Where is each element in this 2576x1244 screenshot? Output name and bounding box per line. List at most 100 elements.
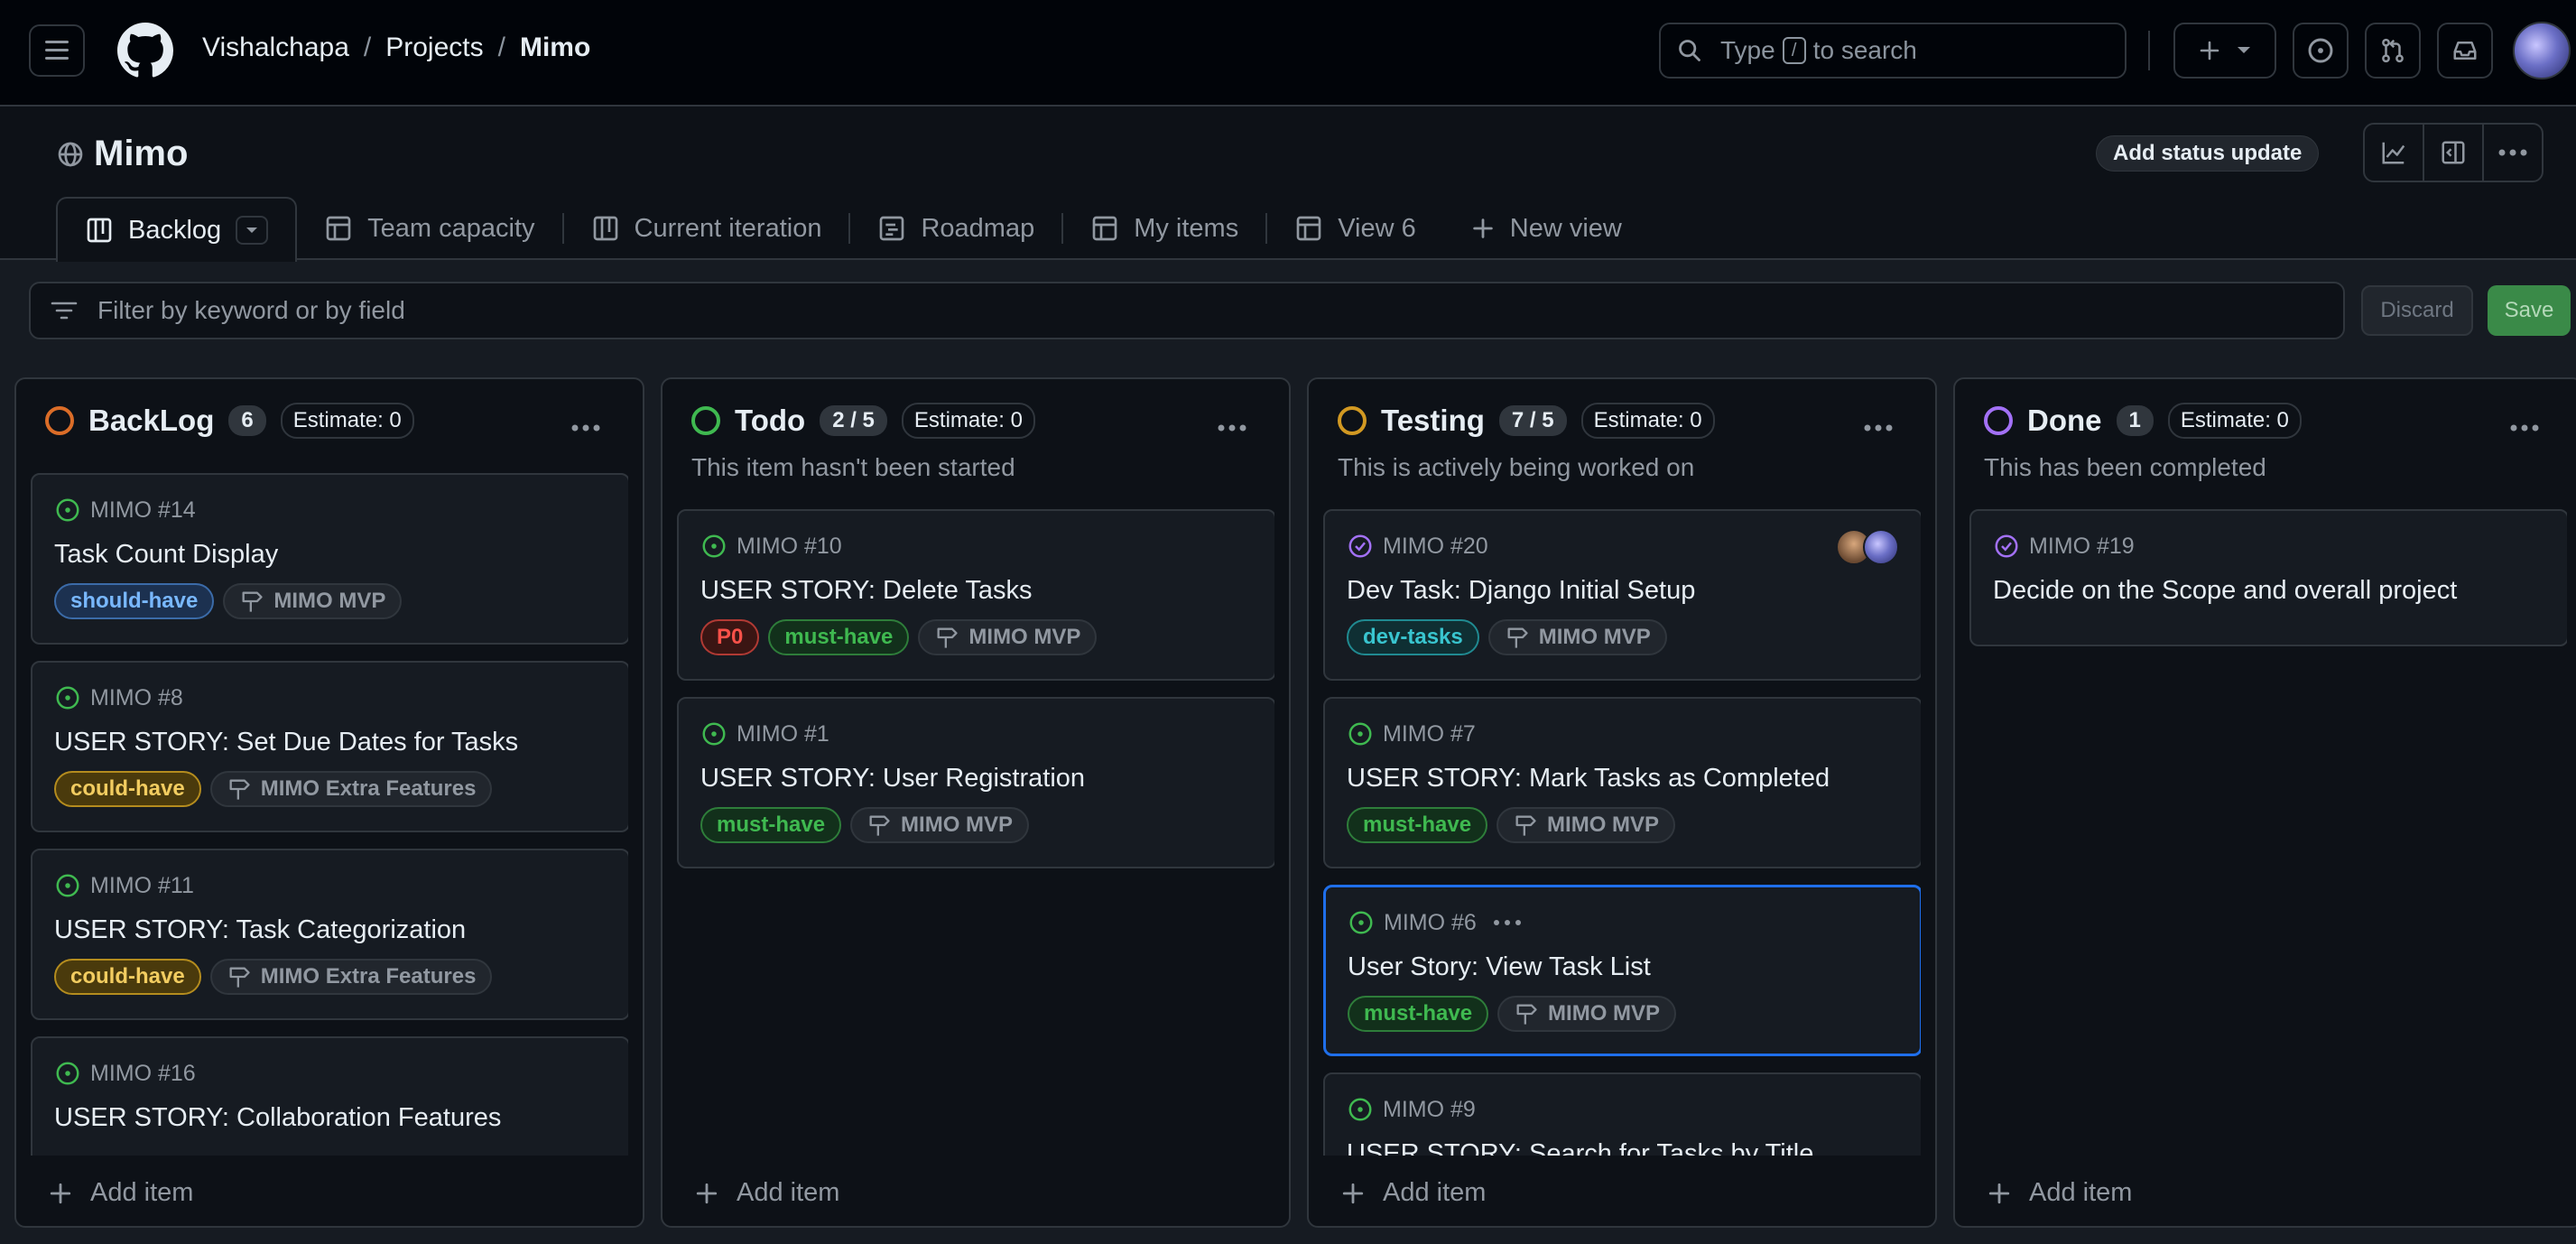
label-must-have[interactable]: must-have [1348, 996, 1489, 1032]
label-must-have[interactable]: must-have [768, 619, 910, 655]
issue-card[interactable]: MIMO #10 USER STORY: Delete Tasks P0 mus… [677, 509, 1274, 681]
issue-title[interactable]: Decide on the Scope and overall project [1993, 576, 2457, 606]
estimate-badge: Estimate: 0 [901, 403, 1035, 439]
milestone-badge[interactable]: MIMO MVP [1487, 619, 1667, 655]
column-title: Testing [1381, 404, 1485, 437]
label-p0[interactable]: P0 [700, 619, 760, 655]
issue-opened-icon [56, 498, 79, 522]
status-circle-icon [1338, 406, 1367, 435]
kebab-horizontal-icon [2498, 149, 2527, 156]
issue-card[interactable]: MIMO #20 Dev Task: Django Initial Setup … [1323, 509, 1921, 681]
issue-title[interactable]: USER STORY: Search for Tasks by Title [1347, 1139, 1813, 1156]
label-could-have[interactable]: could-have [54, 771, 201, 807]
insights-button[interactable] [2365, 125, 2424, 181]
table-icon [1092, 216, 1117, 241]
issue-card[interactable]: MIMO #9 USER STORY: Search for Tasks by … [1323, 1072, 1921, 1156]
new-view-button[interactable]: New view [1443, 197, 1649, 260]
label-must-have[interactable]: must-have [700, 807, 842, 843]
sidebar-toggle-button[interactable] [2424, 125, 2484, 181]
issue-title[interactable]: Dev Task: Django Initial Setup [1347, 576, 1695, 606]
column-menu-button[interactable] [570, 410, 601, 439]
issue-card[interactable]: MIMO #8 USER STORY: Set Due Dates for Ta… [31, 661, 628, 832]
milestone-badge[interactable]: MIMO MVP [1497, 996, 1677, 1032]
label-could-have[interactable]: could-have [54, 959, 201, 995]
create-new-button[interactable] [2173, 23, 2276, 79]
column-menu-button[interactable] [1217, 410, 1247, 439]
label-dev-tasks[interactable]: dev-tasks [1347, 619, 1479, 655]
tab-roadmap[interactable]: Roadmap [850, 197, 1061, 260]
item-count-badge: 1 [2116, 405, 2154, 436]
milestone-icon [1507, 627, 1528, 648]
card-labels: dev-tasks MIMO MVP [1347, 619, 1667, 655]
issue-title[interactable]: Task Count Display [54, 540, 278, 570]
pull-requests-button[interactable] [2365, 23, 2421, 79]
label-must-have[interactable]: must-have [1347, 807, 1488, 843]
issue-title[interactable]: USER STORY: Task Categorization [54, 915, 466, 945]
tab-options-dropdown[interactable] [236, 216, 269, 245]
milestone-badge[interactable]: MIMO MVP [918, 619, 1098, 655]
issue-card[interactable]: MIMO #14 Task Count Display should-have … [31, 473, 628, 645]
tab-backlog[interactable]: Backlog [56, 197, 298, 262]
label-should-have[interactable]: should-have [54, 583, 215, 619]
milestone-badge[interactable]: MIMO Extra Features [209, 959, 493, 995]
issue-number: MIMO #20 [1383, 533, 1488, 559]
milestone-badge[interactable]: MIMO MVP [223, 583, 403, 619]
issue-card[interactable]: MIMO #1 USER STORY: User Registration mu… [677, 697, 1274, 868]
issue-card[interactable]: MIMO #16 USER STORY: Collaboration Featu… [31, 1036, 628, 1156]
card-labels: could-have MIMO Extra Features [54, 771, 493, 807]
issue-title[interactable]: User Story: View Task List [1348, 952, 1651, 982]
filter-input[interactable]: Filter by keyword or by field [29, 282, 2345, 339]
github-logo-icon[interactable] [117, 23, 173, 79]
kebab-horizontal-icon [571, 424, 600, 432]
column-title: Done [2027, 404, 2102, 437]
breadcrumb-projects[interactable]: Projects [385, 32, 483, 63]
search-input[interactable]: Type / to search [1659, 23, 2127, 79]
issue-card[interactable]: MIMO #7 USER STORY: Mark Tasks as Comple… [1323, 697, 1921, 868]
issue-card-selected[interactable]: MIMO #6 User Story: View Task List must-… [1323, 885, 1921, 1056]
discard-button[interactable]: Discard [2361, 285, 2473, 336]
tab-my-items[interactable]: My items [1063, 197, 1265, 260]
issue-card[interactable]: MIMO #19 Decide on the Scope and overall… [1969, 509, 2567, 646]
breadcrumb-owner[interactable]: Vishalchapa [202, 32, 349, 63]
tab-team-capacity[interactable]: Team capacity [297, 197, 561, 260]
issue-title[interactable]: USER STORY: Set Due Dates for Tasks [54, 728, 518, 757]
add-item-button[interactable]: Add item [1341, 1178, 1486, 1208]
plus-icon [2200, 41, 2219, 60]
column-description: This has been completed [1984, 453, 2266, 481]
issue-title[interactable]: USER STORY: Delete Tasks [700, 576, 1032, 606]
tab-label: New view [1509, 213, 1622, 243]
add-item-button[interactable]: Add item [49, 1178, 193, 1208]
view-tabs: Backlog Team capacity Current iteration … [56, 197, 1649, 262]
add-item-button[interactable]: Add item [1988, 1178, 2132, 1208]
add-item-label: Add item [737, 1178, 840, 1207]
milestone-badge[interactable]: MIMO MVP [850, 807, 1030, 843]
issues-button[interactable] [2293, 23, 2349, 79]
inbox-button[interactable] [2437, 23, 2493, 79]
milestone-label: MIMO Extra Features [260, 964, 477, 989]
assignee-avatars[interactable] [1836, 529, 1901, 565]
tab-current-iteration[interactable]: Current iteration [564, 197, 849, 260]
issue-title[interactable]: USER STORY: User Registration [700, 764, 1085, 794]
milestone-badge[interactable]: MIMO MVP [1496, 807, 1676, 843]
more-options-button[interactable] [2484, 125, 2542, 181]
estimate-badge: Estimate: 0 [2167, 403, 2302, 439]
issue-id: MIMO #11 [54, 872, 194, 899]
milestone-badge[interactable]: MIMO Extra Features [209, 771, 493, 807]
column-menu-button[interactable] [2509, 410, 2540, 439]
caret-down-icon [2238, 47, 2250, 53]
breadcrumb-current[interactable]: Mimo [520, 32, 590, 63]
card-menu-button[interactable] [1492, 909, 1523, 942]
column-testing: Testing 7 / 5 Estimate: 0 This is active… [1307, 377, 1937, 1228]
menu-button[interactable] [29, 24, 85, 77]
issue-title[interactable]: USER STORY: Collaboration Features [54, 1103, 501, 1133]
issue-card[interactable]: MIMO #11 USER STORY: Task Categorization… [31, 849, 628, 1020]
add-item-button[interactable]: Add item [695, 1178, 839, 1208]
card-list: MIMO #14 Task Count Display should-have … [31, 473, 628, 1156]
column-menu-button[interactable] [1863, 410, 1894, 439]
plus-icon [1342, 1183, 1364, 1203]
issue-title[interactable]: USER STORY: Mark Tasks as Completed [1347, 764, 1830, 794]
save-button[interactable]: Save [2488, 285, 2571, 336]
user-avatar[interactable] [2513, 22, 2571, 79]
add-status-update-button[interactable]: Add status update [2096, 135, 2320, 172]
tab-view-6[interactable]: View 6 [1267, 197, 1443, 260]
